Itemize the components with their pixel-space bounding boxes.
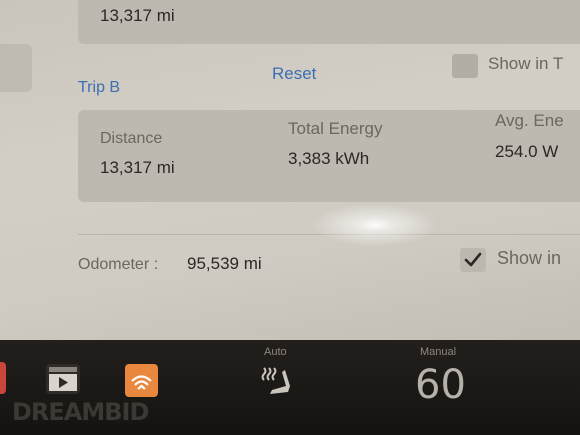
total-energy-label: Total Energy bbox=[288, 119, 383, 138]
trip-b-label: Trip B bbox=[78, 79, 121, 96]
temperature-value[interactable]: 60 bbox=[415, 362, 466, 408]
avg-energy-value: 254.0 W bbox=[495, 142, 559, 161]
show-in-top-label: Show in T bbox=[488, 54, 564, 73]
checkmark-icon bbox=[464, 252, 482, 267]
trip-a-distance-value: 13,317 mi bbox=[100, 6, 175, 25]
distance-value: 13,317 mi bbox=[100, 158, 175, 177]
seat-heater-mode: Auto bbox=[264, 346, 287, 358]
odometer-label: Odometer : bbox=[78, 256, 159, 273]
app-red-icon[interactable] bbox=[0, 362, 6, 394]
seat-heater-icon[interactable] bbox=[258, 364, 294, 398]
total-energy-value: 3,383 kWh bbox=[288, 149, 370, 168]
side-tab[interactable] bbox=[0, 44, 32, 92]
audible-icon[interactable] bbox=[125, 364, 158, 397]
trip-screen: 13,317 mi Trip B Reset Show in T Distanc… bbox=[0, 0, 580, 340]
show-in-bottom-label: Show in bbox=[497, 248, 562, 268]
video-player-icon[interactable] bbox=[46, 364, 80, 394]
odometer-value: 95,539 mi bbox=[187, 254, 262, 273]
reset-button[interactable]: Reset bbox=[272, 64, 316, 84]
distance-label: Distance bbox=[100, 130, 163, 147]
show-in-top-checkbox[interactable] bbox=[452, 54, 478, 78]
show-in-bottom-checkbox[interactable] bbox=[460, 248, 486, 272]
avg-energy-label: Avg. Ene bbox=[495, 111, 564, 130]
watermark-logo: DREAMBID bbox=[12, 398, 149, 426]
screen-glare bbox=[300, 200, 450, 250]
climate-mode: Manual bbox=[420, 346, 457, 358]
